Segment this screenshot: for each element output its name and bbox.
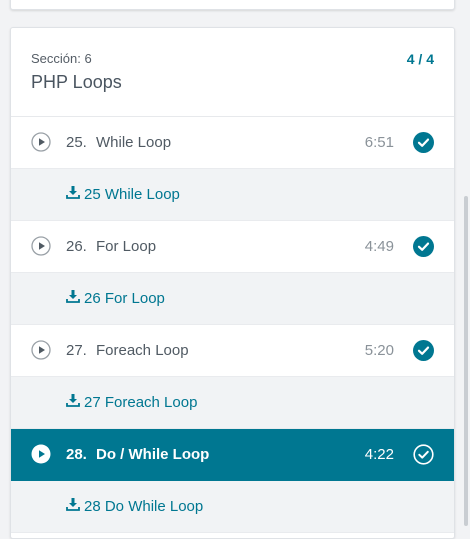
lesson-row-28-active[interactable]: 28. Do / While Loop 4:22 xyxy=(11,429,454,481)
resource-link-28[interactable]: 28 Do While Loop xyxy=(66,497,203,515)
lesson-number: 28. xyxy=(66,446,87,463)
lesson-title: While Loop xyxy=(96,134,172,151)
download-icon xyxy=(66,185,84,203)
lesson-title: For Loop xyxy=(96,238,157,255)
lesson-title: Foreach Loop xyxy=(96,342,189,359)
resource-label: 25 While Loop xyxy=(84,185,180,203)
previous-section-card xyxy=(10,0,455,10)
resource-row-28: 28 Do While Loop xyxy=(11,481,454,533)
section-title: PHP Loops xyxy=(31,72,122,92)
resource-link-25[interactable]: 25 While Loop xyxy=(66,185,180,203)
resource-row-26: 26 For Loop xyxy=(11,273,454,325)
resource-label: 27 Foreach Loop xyxy=(84,393,198,411)
lesson-duration: 4:49 xyxy=(364,238,394,255)
download-icon xyxy=(66,497,84,515)
lesson-number: 26. xyxy=(66,238,87,255)
resource-row-27: 27 Foreach Loop xyxy=(11,377,454,429)
lesson-row-26[interactable]: 26. For Loop 4:49 xyxy=(11,221,454,273)
scrollbar[interactable] xyxy=(462,0,470,526)
lesson-row-25[interactable]: 25. While Loop 6:51 xyxy=(11,117,454,169)
resource-label: 28 Do While Loop xyxy=(84,497,204,515)
section-subtitle: Sección: 6 xyxy=(31,51,92,66)
resource-link-27[interactable]: 27 Foreach Loop xyxy=(66,393,197,411)
section-progress: 4 / 4 xyxy=(406,51,434,67)
resource-label: 26 For Loop xyxy=(84,289,165,307)
resource-row-25: 25 While Loop xyxy=(11,169,454,221)
lesson-duration: 6:51 xyxy=(364,134,394,151)
lesson-number: 25. xyxy=(66,134,87,151)
lesson-duration: 5:20 xyxy=(364,342,394,359)
download-icon xyxy=(66,393,84,411)
download-icon xyxy=(66,289,84,307)
lesson-duration: 4:22 xyxy=(364,446,394,463)
resource-link-26[interactable]: 26 For Loop xyxy=(66,289,165,307)
lesson-title: Do / While Loop xyxy=(96,446,210,463)
scrollbar-thumb[interactable] xyxy=(464,196,468,526)
lesson-row-27[interactable]: 27. Foreach Loop 5:20 xyxy=(11,325,454,377)
lesson-number: 27. xyxy=(66,342,87,359)
section-card: Sección: 6 PHP Loops 4 / 4 25. While Loo… xyxy=(10,27,455,539)
section-header[interactable]: Sección: 6 PHP Loops 4 / 4 xyxy=(11,28,454,117)
